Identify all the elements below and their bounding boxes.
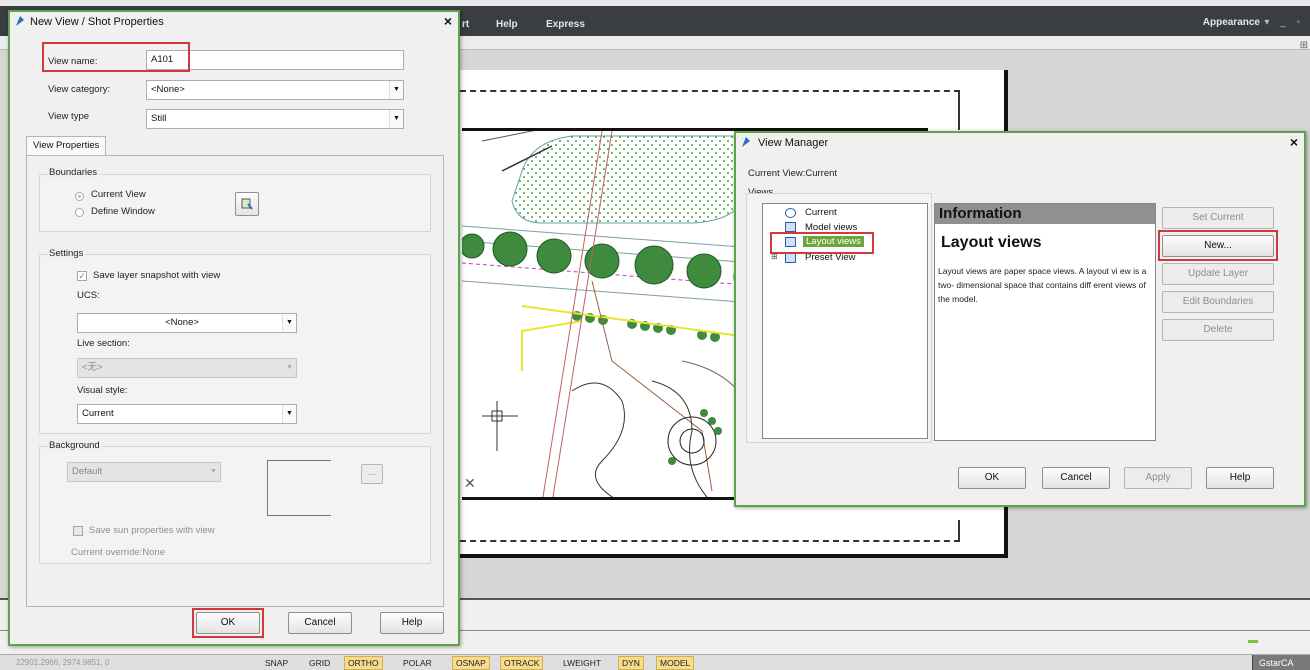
- apply-button: Apply: [1124, 467, 1192, 489]
- current-view-label: Current View: [91, 189, 146, 200]
- live-section-label: Live section:: [77, 338, 130, 349]
- margin-line-right: [958, 90, 960, 130]
- chevron-down-icon[interactable]: ▼: [282, 314, 296, 332]
- new-button-highlight: [1158, 230, 1278, 261]
- status-bar: 22901.2966, 2974.9851, 0 SNAP GRID ORTHO…: [0, 654, 1310, 670]
- view-category-value: <None>: [151, 84, 185, 95]
- define-window-radio[interactable]: [75, 208, 84, 217]
- current-view-label: Current View:Current: [748, 168, 838, 179]
- magnifier-icon: [785, 208, 796, 218]
- set-current-button: Set Current: [1162, 207, 1274, 229]
- chevron-down-icon[interactable]: ▼: [282, 405, 296, 423]
- status-toggle-dyn[interactable]: DYN: [618, 656, 644, 670]
- view-manager-dialog: View Manager × Current View:Current View…: [734, 131, 1306, 507]
- dialog-title: View Manager: [758, 137, 829, 149]
- status-toggle-ortho[interactable]: ORTHO: [344, 656, 383, 670]
- ucs-axis-icon: ✕: [464, 475, 476, 491]
- current-override-label: Current override:None: [71, 547, 165, 558]
- menu-item-insert[interactable]: rt: [462, 19, 469, 30]
- margin-line-bottom: [460, 540, 960, 542]
- view-type-value: Still: [151, 113, 167, 124]
- view-properties-panel: Boundaries Current View Define Window Se…: [26, 155, 444, 607]
- tab-view-properties[interactable]: View Properties: [26, 136, 107, 156]
- status-toggle-osnap[interactable]: OSNAP: [452, 656, 490, 670]
- boundaries-title: Boundaries: [47, 167, 100, 178]
- ok-button-highlight: [192, 608, 264, 638]
- window-select-icon: [241, 198, 253, 210]
- background-value: Default: [72, 466, 103, 477]
- define-window-label: Define Window: [91, 206, 155, 217]
- edit-boundaries-button: Edit Boundaries: [1162, 291, 1274, 313]
- information-panel: Information Layout views Layout views ar…: [934, 203, 1156, 441]
- chevron-down-icon[interactable]: ▼: [389, 110, 403, 128]
- preset-view-icon: [785, 253, 796, 263]
- information-title: Layout views: [941, 234, 1042, 251]
- live-section-value: <无>: [82, 362, 103, 373]
- chevron-down-icon: ▼: [282, 359, 296, 377]
- model-views-icon: [785, 222, 796, 232]
- information-text: Layout views are paper space views. A la…: [938, 266, 1147, 304]
- view-name-highlight: [42, 42, 190, 72]
- coordinate-readout: 22901.2966, 2974.9851, 0: [16, 658, 110, 667]
- current-view-radio[interactable]: [75, 192, 84, 201]
- save-sun-label: Save sun properties with view: [89, 525, 215, 536]
- background-browse-button: ...: [361, 464, 383, 484]
- view-category-label: View category:: [48, 84, 111, 95]
- app-logo-icon: [16, 16, 24, 26]
- status-toggle-grid[interactable]: GRID: [306, 656, 333, 670]
- view-type-label: View type: [48, 111, 90, 122]
- visual-style-label: Visual style:: [77, 385, 128, 396]
- dialog-title: New View / Shot Properties: [30, 16, 164, 28]
- view-type-select[interactable]: Still ▼: [146, 109, 404, 129]
- save-layer-snapshot-checkbox[interactable]: ✓: [77, 271, 87, 281]
- new-view-dialog: New View / Shot Properties × View name: …: [8, 10, 460, 646]
- close-icon[interactable]: ×: [1290, 134, 1298, 150]
- update-layer-button: Update Layer: [1162, 263, 1274, 285]
- information-header: Information: [935, 204, 1155, 224]
- visual-style-value: Current: [82, 408, 114, 419]
- define-view-window-button[interactable]: [235, 192, 259, 216]
- background-select: Default ▼: [67, 462, 221, 482]
- save-layer-snapshot-label: Save layer snapshot with view: [93, 270, 221, 281]
- chevron-down-icon: ▼: [206, 463, 220, 481]
- status-toggle-model[interactable]: MODEL: [656, 656, 695, 670]
- help-button[interactable]: Help: [380, 612, 444, 634]
- app-logo-icon: [742, 137, 750, 147]
- delete-button: Delete: [1162, 319, 1274, 341]
- menu-item-express[interactable]: Express: [546, 19, 585, 30]
- background-preview: [267, 460, 331, 516]
- visual-style-select[interactable]: Current ▼: [77, 404, 297, 424]
- margin-line-top: [460, 90, 960, 92]
- cancel-button[interactable]: Cancel: [1042, 467, 1110, 489]
- ok-button[interactable]: OK: [958, 467, 1026, 489]
- layout-views-highlight: [770, 232, 874, 254]
- cancel-button[interactable]: Cancel: [288, 612, 352, 634]
- status-toggle-lweight[interactable]: LWEIGHT: [560, 656, 604, 670]
- tree-item-current[interactable]: Current: [805, 207, 837, 218]
- ucs-select[interactable]: <None> ▼: [77, 313, 297, 333]
- save-sun-checkbox: [73, 526, 83, 536]
- ucs-value: <None>: [165, 317, 199, 328]
- help-button[interactable]: Help: [1206, 467, 1274, 489]
- ucs-label: UCS:: [77, 290, 100, 301]
- status-toggle-polar[interactable]: POLAR: [400, 656, 435, 670]
- live-section-select: <无> ▼: [77, 358, 297, 378]
- settings-title: Settings: [47, 248, 86, 259]
- view-category-select[interactable]: <None> ▼: [146, 80, 404, 100]
- status-toggle-otrack[interactable]: OTRACK: [500, 656, 544, 670]
- appearance-menu[interactable]: Appearance: [1203, 17, 1260, 28]
- brand-label: GstarCA: [1252, 655, 1310, 670]
- command-indicator: [1248, 640, 1258, 643]
- chevron-down-icon[interactable]: ▼: [389, 81, 403, 99]
- menu-item-help[interactable]: Help: [496, 19, 518, 30]
- status-toggle-snap[interactable]: SNAP: [262, 656, 291, 670]
- window-controls[interactable]: ▾ _ ▫: [1264, 17, 1304, 28]
- margin-line-right-bottom: [958, 520, 960, 542]
- close-icon[interactable]: ×: [444, 13, 452, 29]
- background-title: Background: [47, 440, 102, 451]
